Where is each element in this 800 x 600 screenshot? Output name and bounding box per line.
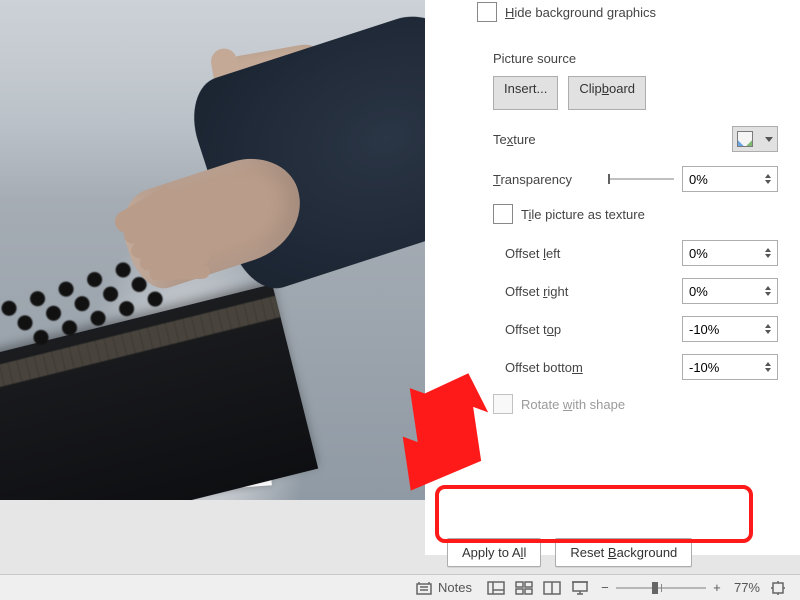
spinner-down-icon[interactable]	[765, 330, 771, 334]
tile-picture-label: Tile picture as texture	[521, 207, 645, 222]
zoom-in-icon[interactable]: +	[712, 580, 722, 595]
offset-left-spin[interactable]	[682, 240, 778, 266]
rotate-with-shape-label: Rotate with shape	[521, 397, 625, 412]
right-forearm	[70, 0, 425, 313]
spinner-down-icon[interactable]	[765, 368, 771, 372]
rotate-with-shape-checkbox	[493, 394, 513, 414]
offset-top-input[interactable]	[683, 318, 762, 340]
transparency-spin[interactable]	[682, 166, 778, 192]
zoom-value: 77%	[734, 580, 760, 595]
normal-view-icon	[487, 581, 505, 595]
notes-button[interactable]: Notes	[416, 580, 472, 595]
texture-picker[interactable]	[732, 126, 778, 152]
spinner-down-icon[interactable]	[765, 292, 771, 296]
spinner-down-icon[interactable]	[765, 180, 771, 184]
offset-right-spin[interactable]	[682, 278, 778, 304]
offset-bottom-spin[interactable]	[682, 354, 778, 380]
insert-button[interactable]: Insert...	[493, 76, 558, 110]
reading-view-button[interactable]	[538, 575, 566, 600]
zoom-thumb[interactable]	[652, 582, 658, 594]
zoom-tick-icon	[661, 584, 662, 592]
chevron-down-icon	[765, 137, 773, 142]
slideshow-view-button[interactable]	[566, 575, 594, 600]
offset-bottom-input[interactable]	[683, 356, 762, 378]
offset-top-label: Offset top	[505, 322, 561, 337]
fit-to-window-button[interactable]	[764, 575, 792, 600]
transparency-slider[interactable]	[608, 178, 674, 180]
spinner-up-icon[interactable]	[765, 324, 771, 328]
spinner-down-icon[interactable]	[765, 254, 771, 258]
zoom-out-icon[interactable]: −	[600, 580, 610, 595]
slide-preview[interactable]	[0, 0, 425, 500]
hide-background-label: Hide background graphics	[505, 5, 656, 20]
texture-swatch-icon	[737, 131, 753, 147]
offset-left-input[interactable]	[683, 242, 762, 264]
slide-sorter-view-button[interactable]	[510, 575, 538, 600]
offset-right-input[interactable]	[683, 280, 762, 302]
slideshow-icon	[571, 580, 589, 596]
spinner-up-icon[interactable]	[765, 174, 771, 178]
picture-source-label: Picture source	[493, 51, 576, 66]
spinner-up-icon[interactable]	[765, 362, 771, 366]
spinner-up-icon[interactable]	[765, 286, 771, 290]
spinner-up-icon[interactable]	[765, 248, 771, 252]
texture-label: Texture	[493, 132, 536, 147]
clipboard-button[interactable]: Clipboard	[568, 76, 646, 110]
slide-canvas	[0, 0, 425, 555]
finger-icon	[149, 264, 209, 280]
slide-sorter-icon	[515, 581, 533, 595]
format-background-pane: Hide background graphics Picture source …	[425, 0, 800, 555]
notes-label: Notes	[438, 580, 472, 595]
reading-view-icon	[543, 581, 561, 595]
transparency-input[interactable]	[683, 168, 762, 190]
fit-to-window-icon	[770, 580, 786, 596]
zoom-control[interactable]: − + 77%	[600, 580, 760, 595]
notes-icon	[416, 581, 432, 595]
transparency-label: Transparency	[493, 172, 572, 187]
status-bar: Notes − + 77%	[0, 574, 800, 600]
offset-bottom-label: Offset bottom	[505, 360, 583, 375]
apply-to-all-button[interactable]: Apply to All	[447, 538, 541, 567]
normal-view-button[interactable]	[482, 575, 510, 600]
tile-picture-checkbox[interactable]	[493, 204, 513, 224]
offset-top-spin[interactable]	[682, 316, 778, 342]
reset-background-button[interactable]: Reset Background	[555, 538, 692, 567]
offset-left-label: Offset left	[505, 246, 560, 261]
offset-right-label: Offset right	[505, 284, 568, 299]
zoom-slider[interactable]	[616, 587, 706, 589]
hide-background-checkbox[interactable]	[477, 2, 497, 22]
